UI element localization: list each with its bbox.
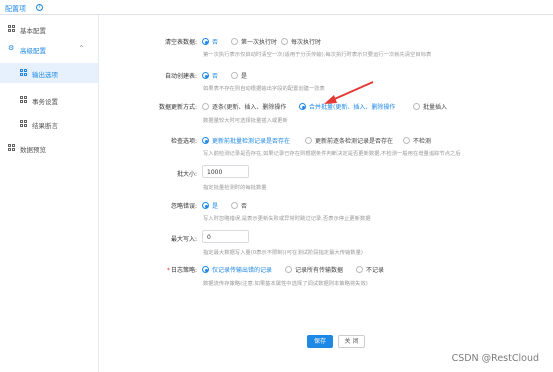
log-policy-label: *日志策略: bbox=[166, 267, 197, 274]
truncate-hint: 第一次执行表示仅启动时清空一次(适用于分页传输),每次执行时表示只要运行一次就先… bbox=[203, 52, 432, 58]
check-option-none[interactable]: 不检测 bbox=[403, 136, 431, 145]
required-mark: * bbox=[166, 267, 170, 274]
auto-create-option-yes[interactable]: 是 bbox=[231, 71, 247, 80]
grid-icon bbox=[20, 69, 27, 76]
check-option-single[interactable]: 更新前逐条检测记录是否存在 bbox=[305, 136, 393, 145]
sidebar-item-label: 数据预览 bbox=[20, 146, 46, 154]
max-write-input[interactable]: 0 bbox=[202, 230, 249, 243]
check-option-hint: 写入前检测记录是否存在,如果记录已存在则根据条件判断决定是否更新数据,不检测一般… bbox=[203, 151, 461, 157]
ignore-error-label: 忽略错误: bbox=[170, 203, 197, 210]
grid-icon bbox=[8, 144, 15, 151]
sidebar-item-assertion[interactable]: 结果断言 bbox=[0, 114, 98, 134]
sidebar-item-output-options[interactable]: 输出选项 bbox=[0, 63, 98, 83]
ignore-error-hint: 写入时忽略错误,是表示更新失败或异常时跳过记录,否表示停止更新数据 bbox=[203, 216, 371, 222]
ignore-error-option-yes[interactable]: 是 bbox=[202, 201, 218, 210]
log-policy-option-errors[interactable]: 仅记录传输出错的记录 bbox=[202, 265, 272, 274]
grid-icon bbox=[20, 96, 27, 103]
batch-size-hint: 指定批量检测时的每批数量 bbox=[203, 185, 267, 191]
truncate-option-no[interactable]: 否 bbox=[202, 37, 218, 46]
max-write-label: 最大写入: bbox=[170, 236, 197, 243]
save-button[interactable]: 保存 bbox=[307, 335, 333, 348]
log-policy-hint: 数据流传存策略(注意:如果基本属性中选择了调试数据则本策略将失效) bbox=[203, 281, 368, 287]
page-title: 配置项 bbox=[5, 5, 26, 13]
check-option-batch[interactable]: 更新前批量检测记录是否存在 bbox=[202, 136, 290, 145]
update-mode-hint: 数据量较大时可选择批量插入或更新 bbox=[203, 118, 288, 124]
truncate-option-each[interactable]: 每次执行时 bbox=[281, 37, 321, 46]
watermark: CSDN @RestCloud bbox=[451, 353, 539, 364]
sidebar-item-advanced-config[interactable]: ⚙ 高级配置 ^ bbox=[0, 39, 98, 59]
log-policy-option-none[interactable]: 不记录 bbox=[356, 265, 384, 274]
update-mode-label: 数据更新方式: bbox=[158, 104, 197, 111]
update-mode-option-batch-insert[interactable]: 批量插入 bbox=[413, 102, 447, 111]
sidebar-item-label: 基本配置 bbox=[20, 27, 46, 35]
settings-icon: ⚙ bbox=[8, 44, 15, 52]
page-header: 配置项 ? bbox=[0, 0, 553, 16]
info-icon[interactable]: ? bbox=[36, 4, 43, 11]
close-button[interactable]: 关 闭 bbox=[338, 335, 365, 348]
sidebar-item-transaction[interactable]: 事务设置 bbox=[0, 90, 98, 110]
batch-size-input[interactable]: 1000 bbox=[202, 165, 249, 178]
sidebar-item-label: 输出选项 bbox=[32, 71, 58, 79]
auto-create-label: 自动创建表: bbox=[164, 73, 197, 80]
check-option-label: 检查选项: bbox=[170, 138, 197, 145]
max-write-hint: 指定最大数据写入量(0表示不限制)(可在测试阶段指定最大传输数量) bbox=[203, 250, 363, 256]
grid-icon bbox=[20, 120, 27, 127]
sidebar: 基本配置 ⚙ 高级配置 ^ 输出选项 事务设置 结果断言 数据预览 bbox=[0, 15, 99, 372]
truncate-option-first[interactable]: 第一次执行时 bbox=[231, 37, 277, 46]
log-policy-option-all[interactable]: 记录所有传输数据 bbox=[285, 265, 343, 274]
sidebar-item-label: 结果断言 bbox=[32, 122, 58, 130]
auto-create-option-no[interactable]: 否 bbox=[202, 71, 218, 80]
batch-size-label: 批大小: bbox=[176, 171, 197, 178]
sidebar-item-label: 事务设置 bbox=[32, 98, 58, 106]
chevron-up-icon[interactable]: ^ bbox=[79, 45, 84, 52]
ignore-error-option-no[interactable]: 否 bbox=[231, 201, 247, 210]
update-mode-option-single[interactable]: 逐条(更新、插入、删除操作 bbox=[202, 102, 286, 111]
sidebar-item-label: 高级配置 bbox=[20, 47, 46, 55]
auto-create-hint: 如果表不存在则自动根据输出字段的配置创建一张表 bbox=[203, 86, 325, 92]
sidebar-item-data-preview[interactable]: 数据预览 bbox=[0, 138, 98, 158]
sidebar-item-basic-config[interactable]: 基本配置 bbox=[0, 19, 98, 39]
truncate-label: 清空表数据: bbox=[164, 39, 197, 46]
annotation-arrow bbox=[324, 81, 374, 104]
grid-icon bbox=[8, 25, 15, 32]
